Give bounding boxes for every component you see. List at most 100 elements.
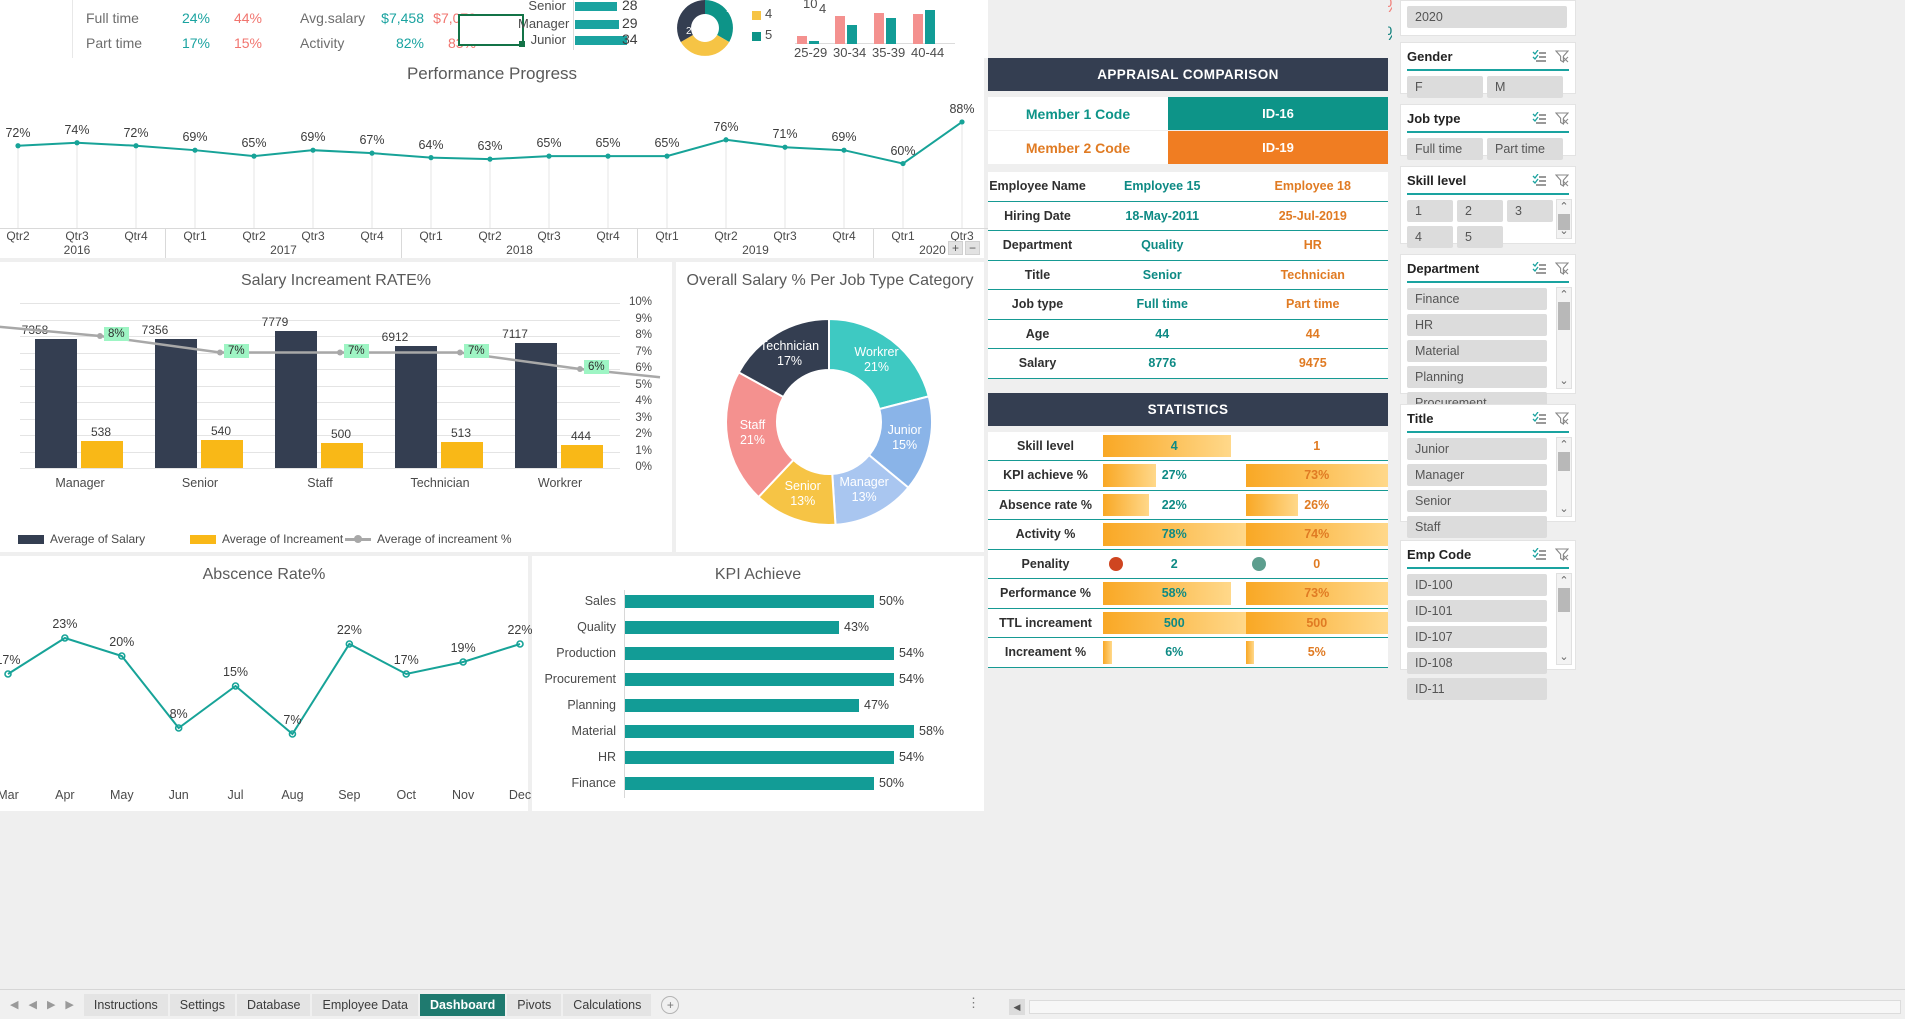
slicer-scrollbar[interactable]: ⌃ ⌄ bbox=[1556, 199, 1572, 239]
multi-select-icon[interactable] bbox=[1532, 411, 1547, 425]
slicer-item-f[interactable]: F bbox=[1407, 76, 1483, 98]
kpi-value-label: 54% bbox=[899, 672, 925, 686]
chart-title: Salary Increament RATE% bbox=[241, 272, 431, 289]
slicer-item-3[interactable]: 3 bbox=[1507, 200, 1553, 222]
clear-filter-icon[interactable] bbox=[1555, 411, 1569, 425]
data-label: 72% bbox=[123, 125, 149, 140]
clear-filter-icon[interactable] bbox=[1555, 111, 1569, 125]
data-point bbox=[369, 150, 375, 156]
statistics-member1-value: 22% bbox=[1161, 497, 1187, 512]
slicer-scrollbar[interactable]: ⌃ ⌄ bbox=[1556, 437, 1572, 517]
last-sheet-icon[interactable]: ▶ bbox=[65, 998, 73, 1011]
sheet-tab-pivots[interactable]: Pivots bbox=[507, 993, 562, 1016]
jobtype-percent-table: Full time 24% 44% Part time 17% 15% bbox=[86, 5, 262, 55]
multi-select-icon[interactable] bbox=[1532, 547, 1547, 561]
next-sheet-icon[interactable]: ▶ bbox=[47, 998, 55, 1011]
tab-overflow-icon[interactable]: ⋮ bbox=[967, 995, 980, 1011]
slicer-scrollbar[interactable]: ⌃ ⌄ bbox=[1556, 573, 1572, 665]
multi-select-icon[interactable] bbox=[1532, 111, 1547, 125]
statistics-member1-cell: 27% bbox=[1103, 461, 1246, 490]
sheet-tab-employee-data[interactable]: Employee Data bbox=[312, 993, 418, 1016]
slicer-item-m[interactable]: M bbox=[1487, 76, 1563, 98]
multi-select-icon[interactable] bbox=[1532, 49, 1547, 63]
sheet-tab-database[interactable]: Database bbox=[236, 993, 311, 1016]
donut-label-value: 13% bbox=[851, 490, 877, 505]
salary-plot-area: 0% 1% 2% 3% 4% 5% 6% 7% 8% 9% 10% 7358 538 Manager 735… bbox=[0, 296, 672, 513]
slicer-item-id-101[interactable]: ID-101 bbox=[1407, 600, 1547, 622]
scroll-thumb[interactable] bbox=[1558, 452, 1570, 472]
donut-label: Staff 21% bbox=[707, 418, 797, 448]
slicer-item-2[interactable]: 2 bbox=[1457, 200, 1503, 222]
scroll-track[interactable] bbox=[1029, 1000, 1901, 1014]
clear-filter-icon[interactable] bbox=[1555, 547, 1569, 561]
clear-filter-icon[interactable] bbox=[1555, 261, 1569, 275]
slicer-item-material[interactable]: Material bbox=[1407, 340, 1547, 362]
table-row: Activity 82% 83% bbox=[300, 30, 476, 55]
slicer-item-hr[interactable]: HR bbox=[1407, 314, 1547, 336]
month-label: Aug bbox=[281, 788, 304, 802]
scroll-thumb[interactable] bbox=[1558, 302, 1570, 330]
slicer-item-full-time[interactable]: Full time bbox=[1407, 138, 1483, 160]
slicer-item-id-107[interactable]: ID-107 bbox=[1407, 626, 1547, 648]
statistics-row: Skill level 4 1 bbox=[988, 431, 1388, 461]
scroll-up-icon[interactable]: ⌃ bbox=[1557, 200, 1571, 214]
first-sheet-icon[interactable]: ◀ bbox=[10, 998, 18, 1011]
expand-button[interactable]: + bbox=[948, 241, 963, 255]
selected-cell[interactable] bbox=[458, 14, 525, 47]
scroll-down-icon[interactable]: ⌄ bbox=[1557, 224, 1571, 238]
stat-databar-1 bbox=[1103, 641, 1112, 664]
add-sheet-button[interactable]: + bbox=[661, 995, 680, 1014]
scroll-thumb[interactable] bbox=[1558, 588, 1570, 612]
appraisal-row: Department Quality HR bbox=[988, 231, 1388, 261]
slicer-item-junior[interactable]: Junior bbox=[1407, 438, 1547, 460]
scroll-down-icon[interactable]: ⌄ bbox=[1557, 502, 1571, 516]
scroll-down-icon[interactable]: ⌄ bbox=[1557, 650, 1571, 664]
slicer-item-id-11[interactable]: ID-11 bbox=[1407, 678, 1547, 700]
slicer-item-senior[interactable]: Senior bbox=[1407, 490, 1547, 512]
slicer-item-4[interactable]: 4 bbox=[1407, 226, 1453, 248]
sheet-nav-arrows[interactable]: ◀ ◀ ▶ ▶ bbox=[0, 998, 84, 1011]
sheet-tab-calculations[interactable]: Calculations bbox=[563, 993, 652, 1016]
multi-select-icon[interactable] bbox=[1532, 173, 1547, 187]
appraisal-member1-value: Quality bbox=[1141, 238, 1184, 253]
scroll-down-icon[interactable]: ⌄ bbox=[1557, 374, 1571, 388]
slicer-item-2020[interactable]: 2020 bbox=[1407, 6, 1567, 28]
kpi-bar bbox=[624, 699, 859, 712]
scroll-up-icon[interactable]: ⌃ bbox=[1557, 574, 1571, 588]
clear-filter-icon[interactable] bbox=[1555, 49, 1569, 63]
data-label: 65% bbox=[654, 136, 680, 151]
slicer-item-id-108[interactable]: ID-108 bbox=[1407, 652, 1547, 674]
sheet-tab-dashboard[interactable]: Dashboard bbox=[419, 993, 506, 1016]
statistics-member1-cell: 22% bbox=[1103, 491, 1246, 520]
zoom-controls[interactable]: + − bbox=[948, 241, 980, 255]
kpi-axis-line bbox=[624, 590, 625, 798]
gridline bbox=[20, 468, 620, 469]
sheet-tab-instructions[interactable]: Instructions bbox=[83, 993, 168, 1016]
kpi-bar bbox=[624, 725, 914, 738]
slicer-item-finance[interactable]: Finance bbox=[1407, 288, 1547, 310]
prev-sheet-icon[interactable]: ◀ bbox=[28, 998, 36, 1011]
horizontal-scrollbar[interactable]: ◀ bbox=[1009, 999, 1901, 1015]
data-point bbox=[900, 160, 906, 167]
appraisal-key: Title bbox=[1024, 267, 1051, 282]
slicer-item-1[interactable]: 1 bbox=[1407, 200, 1453, 222]
kpi-bar bbox=[624, 621, 839, 634]
slicer-item-part-time[interactable]: Part time bbox=[1487, 138, 1563, 160]
kpi-value-label: 43% bbox=[844, 620, 870, 634]
multi-select-icon[interactable] bbox=[1532, 261, 1547, 275]
slicer-scrollbar[interactable]: ⌃ ⌄ bbox=[1556, 287, 1572, 389]
donut-label: Junior 15% bbox=[860, 423, 950, 453]
scroll-up-icon[interactable]: ⌃ bbox=[1557, 288, 1571, 302]
sheet-tab-settings[interactable]: Settings bbox=[169, 993, 235, 1016]
clear-filter-icon[interactable] bbox=[1555, 173, 1569, 187]
slicer-item-manager[interactable]: Manager bbox=[1407, 464, 1547, 486]
slicer-item-staff[interactable]: Staff bbox=[1407, 516, 1547, 538]
slicer-item-5[interactable]: 5 bbox=[1457, 226, 1503, 248]
appraisal-key: Age bbox=[1025, 326, 1050, 341]
collapse-button[interactable]: − bbox=[965, 241, 980, 255]
slicer-item-planning[interactable]: Planning bbox=[1407, 366, 1547, 388]
month-label: Jun bbox=[168, 788, 189, 802]
scroll-up-icon[interactable]: ⌃ bbox=[1557, 438, 1571, 452]
scroll-left-icon[interactable]: ◀ bbox=[1009, 999, 1025, 1015]
slicer-item-id-100[interactable]: ID-100 bbox=[1407, 574, 1547, 596]
